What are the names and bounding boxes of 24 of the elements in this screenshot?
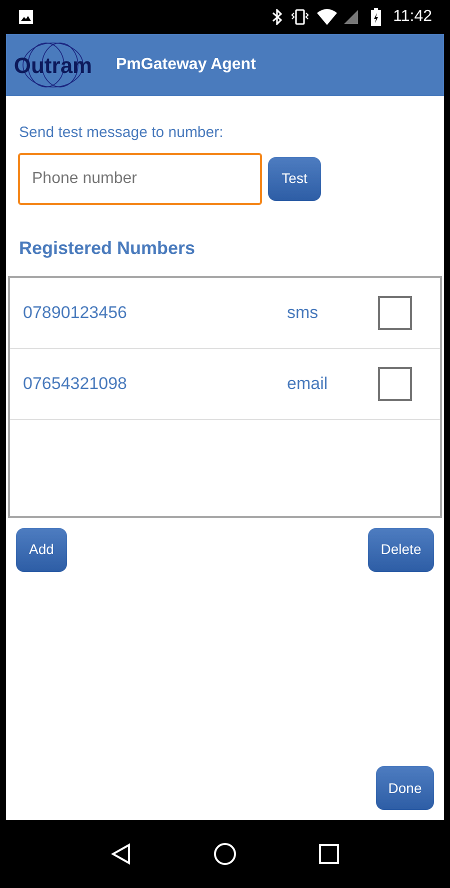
signal-icon	[343, 9, 360, 25]
done-button[interactable]: Done	[376, 766, 434, 810]
status-time: 11:42	[393, 7, 432, 27]
recents-icon[interactable]	[319, 844, 339, 864]
checkbox[interactable]	[378, 296, 412, 330]
battery-icon	[371, 8, 382, 26]
phone-number: 07654321098	[23, 372, 128, 395]
test-message-label: Send test message to number:	[19, 123, 224, 143]
channel-label: sms	[287, 302, 320, 324]
back-icon[interactable]	[111, 843, 131, 865]
section-heading: Registered Numbers	[19, 236, 196, 260]
bluetooth-icon	[271, 9, 284, 25]
home-icon[interactable]	[213, 842, 237, 866]
phone-number-field[interactable]: Phone number	[18, 152, 262, 204]
phone-number: 07890123456	[23, 302, 128, 324]
checkbox[interactable]	[378, 366, 412, 400]
wifi-icon	[317, 9, 338, 25]
app-title: PmGateway Agent	[116, 55, 256, 75]
channel-label: email	[287, 372, 329, 395]
image-icon	[18, 9, 34, 25]
vibrate-icon	[291, 9, 310, 25]
add-button[interactable]: Add	[16, 528, 67, 572]
delete-button[interactable]: Delete	[368, 528, 434, 572]
test-button[interactable]: Test	[268, 156, 321, 200]
